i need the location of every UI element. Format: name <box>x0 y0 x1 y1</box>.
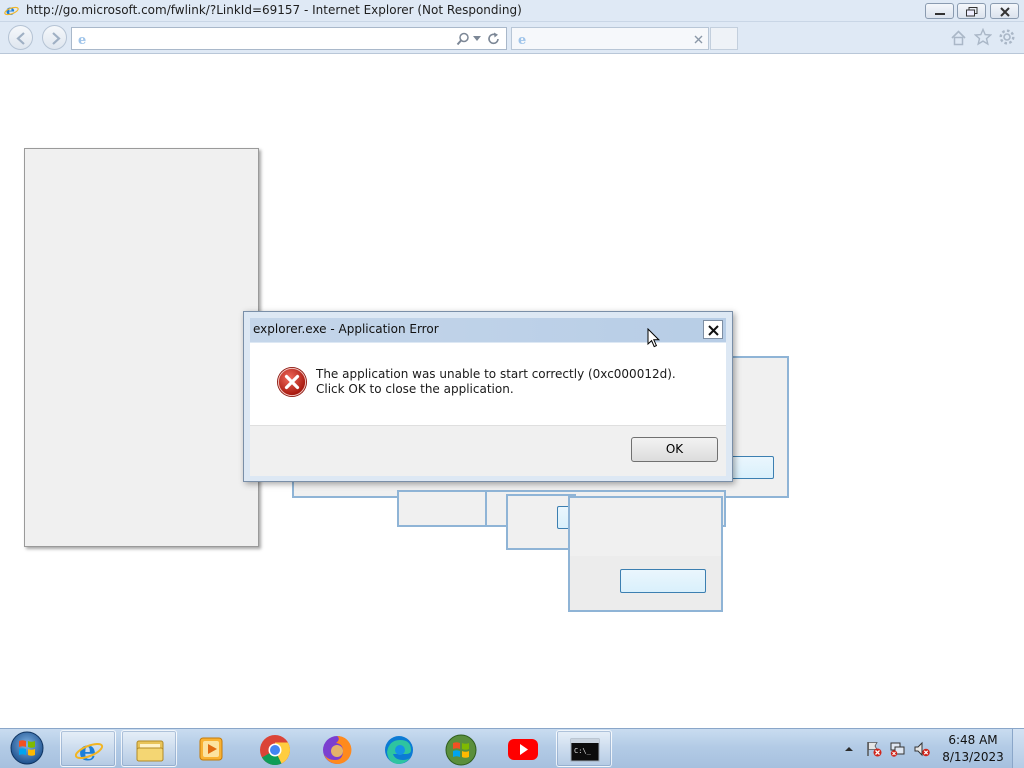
background-dialog-fragment <box>568 496 723 612</box>
favorites-icon[interactable] <box>974 28 992 46</box>
background-button-fragment[interactable] <box>620 569 706 593</box>
chrome-icon <box>260 735 290 765</box>
dialog-close-button[interactable] <box>703 320 723 339</box>
volume-muted-icon[interactable] <box>914 741 930 757</box>
background-dialog-fragment <box>397 490 488 527</box>
taskbar-edge[interactable] <box>370 730 426 767</box>
ok-button[interactable]: OK <box>631 437 718 462</box>
tools-icon[interactable] <box>998 28 1016 46</box>
home-icon[interactable] <box>950 29 967 46</box>
error-message: The application was unable to start corr… <box>316 367 676 396</box>
media-player-icon <box>199 737 223 761</box>
restore-button[interactable] <box>957 3 986 19</box>
svg-text:e: e <box>78 33 86 46</box>
windows-flag-icon <box>445 734 477 766</box>
background-dialog-fragment <box>506 494 577 550</box>
folder-icon <box>136 740 164 762</box>
back-icon <box>16 32 25 45</box>
taskbar-chrome[interactable] <box>246 730 302 767</box>
taskbar-youtube[interactable] <box>494 730 550 767</box>
dialog-title: explorer.exe - Application Error <box>253 322 439 336</box>
restore-icon <box>966 7 978 17</box>
taskbar-internet-explorer[interactable]: e <box>60 730 116 767</box>
address-bar[interactable]: e <box>71 27 507 50</box>
taskbar-windows-update[interactable] <box>432 730 488 767</box>
taskbar-file-explorer[interactable] <box>121 730 177 767</box>
edge-icon <box>385 736 413 764</box>
page-ie-icon: e <box>78 33 86 46</box>
svg-text:e: e <box>79 736 96 765</box>
refresh-icon[interactable] <box>487 32 501 46</box>
show-desktop-button[interactable] <box>1012 729 1024 768</box>
close-icon <box>708 325 719 336</box>
cmd-prompt-glyph: C:\_ <box>574 747 592 755</box>
tab-ie-icon: e <box>518 33 526 46</box>
minimize-button[interactable] <box>925 3 954 19</box>
show-hidden-icons-arrow[interactable] <box>843 743 855 755</box>
mouse-cursor-icon <box>647 328 661 348</box>
minimize-icon <box>935 13 945 15</box>
forward-icon <box>52 32 61 45</box>
back-button[interactable] <box>8 25 33 50</box>
dropdown-arrow-icon[interactable] <box>473 36 481 42</box>
svg-text:e: e <box>6 3 15 18</box>
ie-icon: e <box>4 3 19 18</box>
ie-icon: e <box>74 736 104 765</box>
youtube-icon <box>508 739 538 760</box>
window-title: http://go.microsoft.com/fwlink/?LinkId=6… <box>26 3 522 17</box>
taskbar-command-prompt[interactable]: C:\_ <box>556 730 612 767</box>
svg-text:e: e <box>518 33 526 46</box>
close-window-button[interactable] <box>990 3 1019 19</box>
close-icon <box>1000 7 1010 17</box>
forward-button[interactable] <box>42 25 67 50</box>
cmd-icon: C:\_ <box>570 738 600 762</box>
browser-tab[interactable]: e <box>511 27 709 50</box>
network-error-icon[interactable] <box>890 741 906 757</box>
taskbar-firefox[interactable] <box>308 730 364 767</box>
clock-time[interactable]: 6:48 AM <box>940 733 1006 747</box>
new-tab-button[interactable] <box>710 27 738 50</box>
taskbar-media-player[interactable] <box>183 730 239 767</box>
close-tab-icon[interactable] <box>694 35 703 44</box>
start-button[interactable] <box>4 729 50 767</box>
error-icon <box>277 367 307 397</box>
firefox-icon <box>323 735 352 764</box>
blank-dialog-window <box>24 148 259 547</box>
search-icon[interactable] <box>456 32 470 46</box>
clock-date[interactable]: 8/13/2023 <box>940 750 1006 764</box>
action-center-error-icon[interactable] <box>866 741 882 757</box>
